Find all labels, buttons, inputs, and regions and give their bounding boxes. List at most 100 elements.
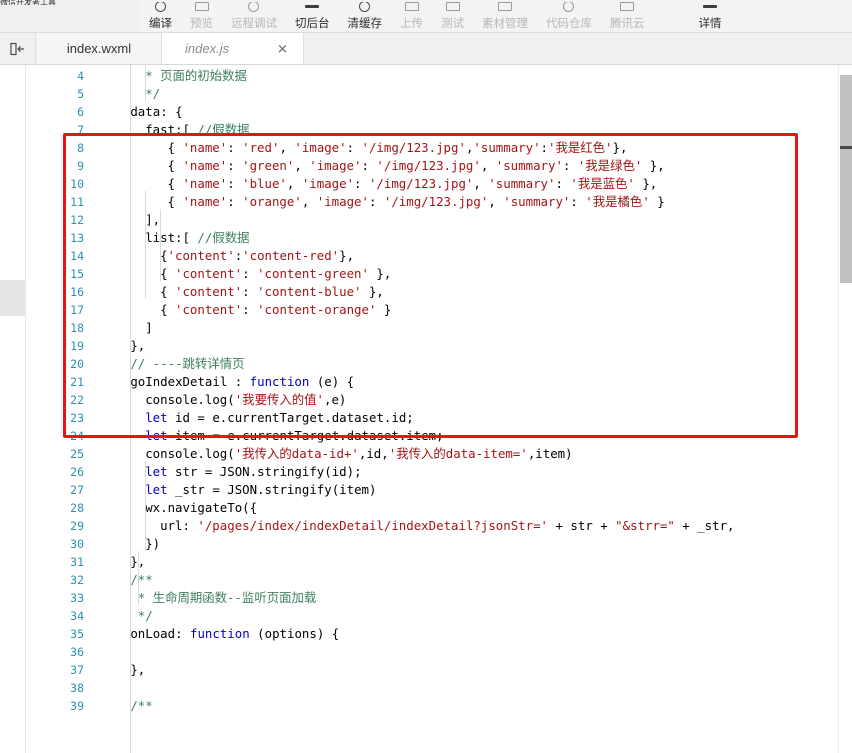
panel-collapse-icon[interactable] — [0, 33, 36, 64]
toolbar-button-remote-debug[interactable]: 远程调试 — [222, 0, 286, 32]
code-line[interactable]: goIndexDetail : function (e) { — [130, 373, 354, 391]
code-line[interactable]: { 'name': 'orange', 'image': '/img/123.j… — [168, 193, 665, 211]
code-line[interactable]: url: '/pages/index/indexDetail/indexDeta… — [160, 517, 734, 535]
line-number: 19 — [70, 339, 84, 353]
code-token-plain: { — [167, 140, 183, 155]
code-token-str: 'name' — [182, 176, 228, 191]
code-line[interactable]: let id = e.currentTarget.dataset.id; — [145, 409, 414, 427]
code-line[interactable]: /** — [130, 697, 152, 715]
code-token-cmt: // ----跳转详情页 — [130, 356, 245, 371]
code-token-str: 'content' — [167, 248, 235, 263]
toolbar-button-assets[interactable]: 素材管理 — [473, 0, 537, 32]
code-token-plain: }, — [130, 662, 146, 677]
tencent-cloud-icon — [617, 2, 637, 16]
code-line[interactable]: let _str = JSON.stringify(item) — [145, 481, 376, 499]
toolbar-button-label: 素材管理 — [482, 16, 528, 30]
line-number: 20 — [70, 357, 84, 371]
code-token-kw: let — [145, 464, 168, 479]
code-token-plain: + _str, — [674, 518, 735, 533]
code-fold-column[interactable] — [88, 65, 108, 753]
code-line[interactable]: * 页面的初始数据 — [145, 67, 247, 85]
tab-index-js[interactable]: index.js ✕ — [162, 33, 304, 64]
scrollbar-thumb[interactable] — [840, 75, 852, 283]
code-line[interactable]: { 'name': 'blue', 'image': '/img/123.jpg… — [168, 175, 658, 193]
code-token-plain: }, — [634, 176, 658, 191]
code-line[interactable]: let str = JSON.stringify(id); — [145, 463, 361, 481]
code-token-str: 'name' — [182, 140, 228, 155]
toolbar-button-compile[interactable]: 编译 — [140, 0, 181, 32]
toolbar-button-preview[interactable]: 预览 — [181, 0, 222, 32]
code-line[interactable]: console.log('我要传入的值',e) — [145, 391, 346, 409]
code-line[interactable]: { 'content': 'content-orange' } — [160, 301, 391, 319]
close-icon[interactable]: ✕ — [276, 42, 289, 55]
code-line[interactable]: { 'content': 'content-green' }, — [160, 265, 391, 283]
code-token-plain: : — [227, 176, 243, 191]
remote-debug-icon — [244, 2, 264, 16]
code-line[interactable]: }, — [130, 337, 145, 355]
code-line[interactable]: console.log('我传入的data-id+',id,'我传入的data-… — [145, 445, 572, 463]
code-line[interactable]: { 'name': 'green', 'image': '/img/123.jp… — [168, 157, 665, 175]
code-token-plain: { — [160, 266, 175, 281]
toolbar-button-label: 腾讯云 — [610, 16, 645, 30]
code-line[interactable]: */ — [138, 607, 153, 625]
code-editor[interactable]: 4 5 6 7 8 9 10 11 12 13 14 15 16 17 18 19 20 21 22 23 24 25 26… — [0, 65, 852, 753]
code-line[interactable]: }) — [145, 535, 160, 553]
code-token-plain: }, — [642, 158, 665, 173]
code-line[interactable]: data: { — [130, 103, 182, 121]
toolbar-button-test[interactable]: 测试 — [432, 0, 473, 32]
code-token-str: 'red' — [242, 140, 280, 155]
code-line[interactable]: fast:[ //假数据 — [145, 121, 249, 139]
code-token-cmt: /** — [130, 698, 153, 713]
line-number: 27 — [70, 483, 84, 497]
code-line[interactable]: * 生命周期函数--监听页面加载 — [138, 589, 317, 607]
code-content[interactable]: * 页面的初始数据 */data: {fast:[ //假数据{ 'name': … — [108, 65, 836, 753]
code-line[interactable]: onLoad: function (options) { — [130, 625, 339, 643]
code-line[interactable]: { 'name': 'red', 'image': '/img/123.jpg'… — [168, 139, 628, 157]
code-line[interactable]: let item = e.currentTarget.dataset.item; — [145, 427, 443, 445]
code-token-str: 'content-orange' — [257, 302, 377, 317]
tab-index-wxml[interactable]: index.wxml — [37, 33, 162, 64]
toolbar-button-label: 测试 — [441, 16, 464, 30]
line-number: 35 — [70, 627, 84, 641]
vertical-scrollbar[interactable] — [838, 65, 852, 753]
code-token-plain: console.log( — [145, 446, 235, 461]
line-number: 29 — [70, 519, 84, 533]
code-token-str: '我是红色' — [548, 140, 613, 155]
toolbar-button-repo[interactable]: 代码仓库 — [537, 0, 601, 32]
code-line[interactable]: { 'content': 'content-blue' }, — [160, 283, 384, 301]
toolbar-button-label: 详情 — [698, 16, 722, 30]
line-number: 32 — [70, 573, 84, 587]
code-line[interactable]: ] — [145, 319, 152, 337]
code-line[interactable]: {'content':'content-red'}, — [160, 247, 354, 265]
toolbar-button-clear-cache[interactable]: 清缓存 — [339, 0, 392, 32]
line-number: 11 — [70, 195, 84, 209]
indent-guide — [145, 65, 147, 101]
code-token-plain: }, — [612, 140, 628, 155]
code-line[interactable]: wx.navigateTo({ — [145, 499, 257, 517]
code-line[interactable]: }, — [130, 661, 145, 679]
code-token-plain: : — [570, 194, 586, 209]
code-token-str: '/pages/index/indexDetail/indexDetail?js… — [197, 518, 549, 533]
indent-guide — [145, 191, 147, 299]
code-token-plain: goIndexDetail : — [130, 374, 250, 389]
code-token-str: '我是绿色' — [577, 158, 643, 173]
code-token-plain: : — [354, 176, 369, 191]
line-number: 7 — [77, 123, 84, 137]
toolbar-button-tencent-cloud[interactable]: 腾讯云 — [601, 0, 654, 32]
toolbar-button-background[interactable]: 切后台 — [286, 0, 339, 32]
line-number: 12 — [70, 213, 84, 227]
code-token-str: 'green' — [242, 158, 295, 173]
code-token-cmt: */ — [137, 608, 153, 623]
code-token-plain: (options) { — [249, 626, 340, 641]
toolbar-button-label: 切后台 — [295, 16, 330, 30]
toolbar-button-upload[interactable]: 上传 — [391, 0, 432, 32]
code-line[interactable]: */ — [145, 85, 160, 103]
code-token-plain: , — [480, 158, 496, 173]
code-line[interactable]: ], — [145, 211, 160, 229]
code-line[interactable]: // ----跳转详情页 — [130, 355, 244, 373]
code-token-str: 'content-red' — [242, 248, 340, 263]
toolbar-button-detail[interactable]: 详情 — [690, 0, 731, 32]
tab-bar-empty-area — [304, 33, 852, 64]
code-line[interactable]: /** — [130, 571, 152, 589]
code-token-plain: : — [540, 140, 549, 155]
